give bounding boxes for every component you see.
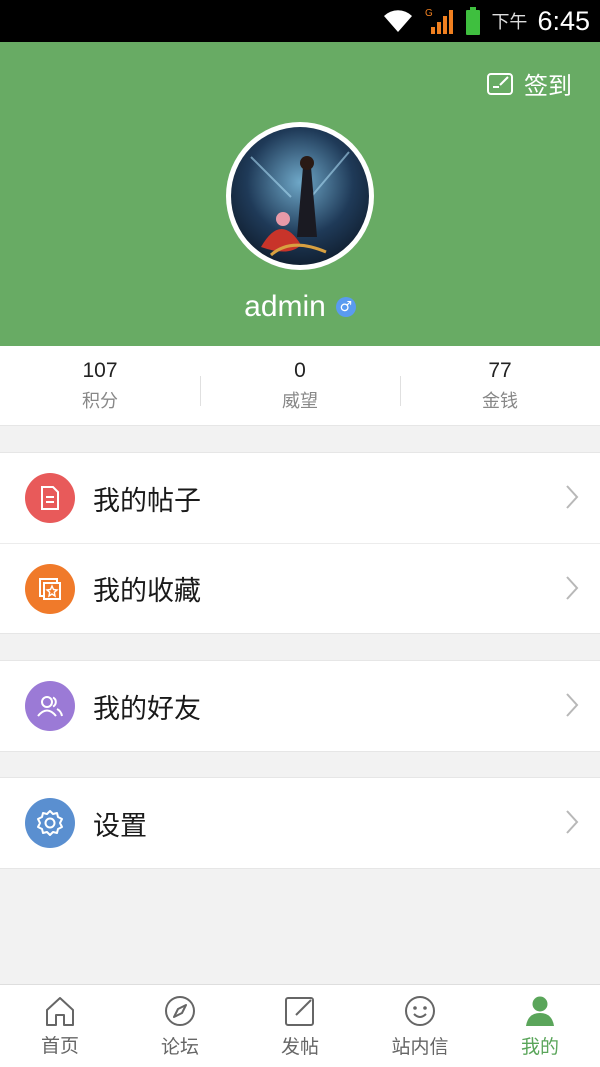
tab-label: 我的 (520, 1035, 559, 1058)
home-icon (46, 996, 74, 1026)
username-row: admin ♂ (0, 290, 600, 324)
status-time: 6:45 (537, 5, 590, 36)
stat-label: 金钱 (482, 390, 518, 412)
stat-value: 107 (82, 358, 118, 382)
menu-label: 我的收藏 (93, 576, 201, 607)
tab-label: 发帖 (280, 1035, 319, 1058)
tab-messages[interactable]: 站内信 (360, 985, 480, 1067)
menu-item-my-friends[interactable]: 我的好友 (0, 661, 600, 751)
stat-label: 威望 (282, 390, 318, 412)
wifi-icon (384, 10, 413, 32)
checkin-label: 签到 (524, 72, 572, 100)
gear-icon (25, 798, 75, 848)
chevron-right-icon (566, 810, 579, 834)
menu-item-my-favorites[interactable]: 我的收藏 (0, 543, 600, 633)
tab-forum[interactable]: 论坛 (120, 985, 240, 1067)
battery-icon (466, 7, 481, 35)
user-icon (526, 996, 554, 1026)
stat-money: 77 金钱 (400, 346, 600, 425)
checkin-icon (487, 72, 513, 95)
document-icon (25, 473, 75, 523)
chevron-right-icon (566, 485, 579, 509)
male-gender-icon: ♂ (335, 297, 356, 317)
tab-label: 站内信 (391, 1035, 449, 1058)
avatar-image (231, 127, 369, 265)
stat-value: 77 (488, 358, 512, 382)
svg-text:G: G (425, 8, 433, 19)
menu-item-settings[interactable]: 设置 (0, 778, 600, 868)
stat-value: 0 (294, 358, 306, 382)
smiley-icon (405, 995, 435, 1026)
profile-header: 签到 admin ♂ (0, 42, 600, 346)
tab-label: 首页 (40, 1034, 79, 1057)
menu-group-settings: 设置 (0, 777, 600, 869)
chevron-right-icon (566, 576, 579, 600)
chevron-right-icon (566, 693, 579, 717)
avatar[interactable] (226, 122, 374, 270)
checkin-button[interactable]: 签到 (486, 66, 572, 101)
stats-bar: 107 积分 0 威望 77 金钱 (0, 346, 600, 426)
cellular-signal-icon: G (425, 8, 454, 34)
menu-label: 我的好友 (93, 693, 201, 725)
edit-icon (285, 996, 314, 1026)
friends-icon (25, 681, 75, 731)
tab-label: 论坛 (160, 1035, 199, 1058)
menu-group-friends: 我的好友 (0, 660, 600, 752)
tab-home[interactable]: 首页 (0, 985, 120, 1067)
status-ampm: 下午 (491, 12, 528, 33)
compass-icon (165, 995, 195, 1026)
status-bar: G 下午 6:45 (0, 0, 600, 42)
menu-label: 设置 (93, 810, 147, 842)
bottom-tab-bar: 首页 论坛 发帖 站内信 我的 (0, 984, 600, 1067)
menu-group-posts: 我的帖子 我的收藏 (0, 452, 600, 634)
stat-points: 107 积分 (0, 346, 200, 425)
tab-mine[interactable]: 我的 (480, 985, 600, 1067)
username: admin (244, 290, 326, 323)
tab-new-post[interactable]: 发帖 (240, 985, 360, 1067)
menu-label: 我的帖子 (93, 485, 201, 517)
stat-prestige: 0 威望 (200, 346, 400, 425)
stat-label: 积分 (82, 390, 118, 412)
menu-item-my-posts[interactable]: 我的帖子 (0, 453, 600, 543)
favorites-star-icon (25, 563, 75, 614)
